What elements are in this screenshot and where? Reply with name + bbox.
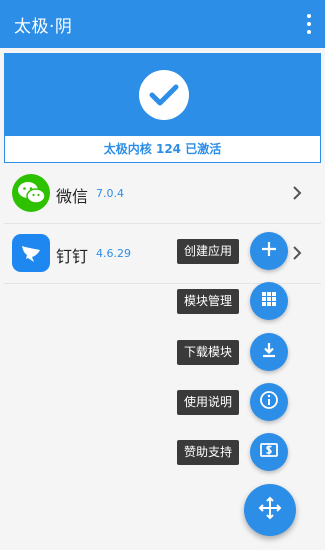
app-name: 微信	[56, 187, 89, 206]
chevron-right-icon	[291, 185, 303, 201]
status-text: 太极内核 124 已激活	[103, 142, 222, 156]
more-vert-icon[interactable]	[303, 14, 315, 34]
status-banner	[5, 54, 320, 136]
module-manage-button[interactable]	[250, 282, 288, 320]
dingtalk-icon	[12, 234, 50, 272]
usage-guide-label[interactable]: 使用说明	[177, 390, 240, 415]
app-version: 7.0.4	[96, 187, 124, 200]
app-name: 钉钉	[56, 247, 89, 266]
check-icon	[139, 70, 189, 120]
list-item-wechat[interactable]: 微信 7.0.4	[4, 164, 321, 224]
status-card: 太极内核 124 已激活	[4, 53, 321, 163]
usage-guide-button[interactable]	[250, 383, 288, 421]
create-app-button[interactable]	[250, 232, 288, 270]
app-version: 4.6.29	[96, 247, 131, 260]
main-fab-button[interactable]	[244, 484, 296, 536]
app-bar: 太极·阴	[0, 0, 325, 48]
download-module-label[interactable]: 下载模块	[177, 340, 240, 365]
donate-icon	[259, 441, 279, 463]
sponsor-label[interactable]: 赞助支持	[177, 440, 240, 465]
move-arrows-icon	[258, 496, 282, 524]
app-title: 太极·阴	[14, 17, 73, 37]
grid-icon	[261, 291, 277, 311]
download-icon	[260, 341, 278, 363]
download-module-button[interactable]	[250, 333, 288, 371]
plus-icon	[260, 240, 278, 262]
create-app-label[interactable]: 创建应用	[177, 239, 240, 264]
sponsor-button[interactable]	[250, 433, 288, 471]
wechat-icon	[12, 174, 50, 212]
module-manage-label[interactable]: 模块管理	[177, 289, 240, 314]
chevron-right-icon	[291, 245, 303, 261]
info-icon	[259, 390, 279, 414]
